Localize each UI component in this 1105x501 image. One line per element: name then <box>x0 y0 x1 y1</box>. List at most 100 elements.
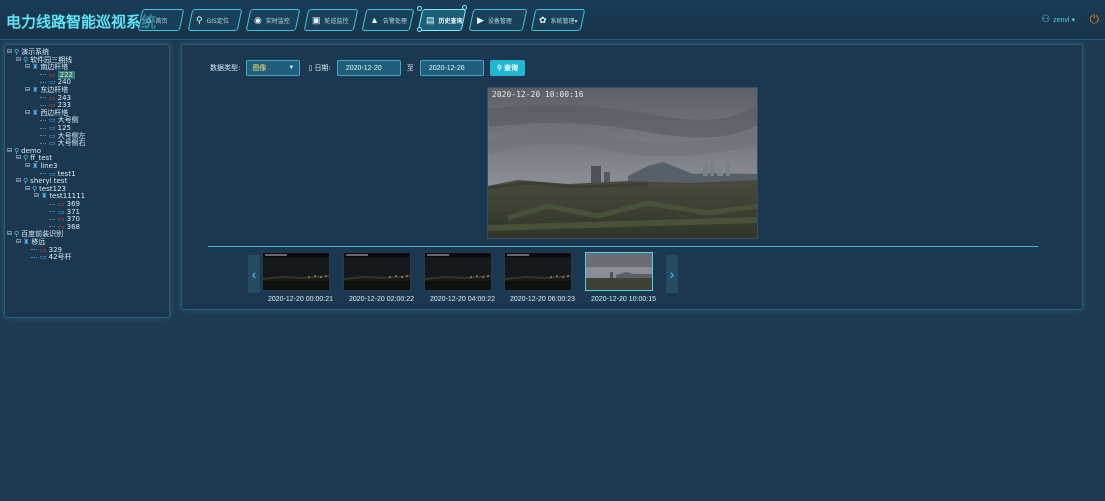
tree-connector <box>31 256 37 258</box>
nav-item-label: 历史查询 <box>438 17 463 25</box>
night-scene-image <box>505 253 571 290</box>
chevron-right-icon: › <box>669 266 675 282</box>
search-icon: ⚲ <box>496 65 502 72</box>
nav-item-3[interactable]: ▣ 轮巡监控 <box>306 9 356 31</box>
collapse-toggle-icon[interactable]: ⊟ <box>25 109 30 117</box>
date-label: ▯ 日期: <box>308 63 330 73</box>
top-bar: 电力线路智能巡视系统 ⌂ 首页 ⚲ GIS定位 ◉ 实时监控 ▣ 轮巡监控 ▲ 告警处理 ▤ 历史查询… <box>0 0 1105 40</box>
power-icon[interactable]: ⏻ <box>1090 12 1100 27</box>
warning-icon: ▲ <box>370 14 379 25</box>
nav-item-label: 告警处理 <box>382 17 407 25</box>
tree-node-label: 368 <box>66 222 80 231</box>
collapse-toggle-icon[interactable]: ⊟ <box>34 192 39 200</box>
thumbnail-image[interactable] <box>424 252 492 291</box>
nav-item-label: 实时监控 <box>265 17 290 25</box>
nav-item-4[interactable]: ▲ 告警处理 <box>364 9 412 31</box>
nav-item-1[interactable]: ⚲ GIS定位 <box>190 9 240 31</box>
nav-item-label: 系统管理▾ <box>550 17 578 25</box>
data-type-select[interactable]: 图像 ▼ <box>246 60 301 76</box>
device-tree: ⊟ ⚲ 演示系统 ⊟ ⚲ 软件园三期线 ⊟ ♜ 南边杆塔 ▭ 222 ▭ 240 ⊟ ♜ 东边杆塔 ▭ 243 ▭ 2… <box>4 44 170 318</box>
collapse-toggle-icon[interactable]: ⊟ <box>7 230 12 238</box>
tree-connector <box>40 127 46 129</box>
tower-icon: ♜ <box>32 86 39 94</box>
night-scene-image <box>425 253 491 290</box>
photo-timestamp: 2020-12-20 10:00:16 <box>492 90 584 99</box>
thumbnail-timestamp: 2020-12-20 02:00:22 <box>349 296 414 303</box>
user-name: zenvl ▾ <box>1053 16 1075 24</box>
tree-connector <box>49 211 55 213</box>
thumbnail-image[interactable] <box>343 252 411 291</box>
user-menu[interactable]: ⚇ zenvl ▾ <box>1041 14 1075 25</box>
collapse-toggle-icon[interactable]: ⊟ <box>25 162 30 170</box>
chevron-left-icon: ‹ <box>251 266 257 282</box>
night-scene-image <box>263 253 329 290</box>
tree-connector <box>40 81 46 83</box>
date-separator: 至 <box>406 65 414 72</box>
camera-icon: ◉ <box>254 14 262 25</box>
nav-item-label: GIS定位 <box>206 17 229 25</box>
tree-connector <box>40 142 46 144</box>
thumbnail-image[interactable] <box>504 252 572 291</box>
collapse-toggle-icon[interactable]: ⊟ <box>16 56 21 64</box>
thumbnail-image[interactable] <box>262 252 330 291</box>
chevron-down-icon: ▼ <box>288 65 295 71</box>
tree-connector <box>40 104 46 106</box>
patrol-icon: ▣ <box>312 14 321 25</box>
thumbnail-timestamp: 2020-12-20 06:00:23 <box>510 296 575 303</box>
nav-item-2[interactable]: ◉ 实时监控 <box>248 9 298 31</box>
tower-icon: ♜ <box>32 63 39 72</box>
tower-icon: ♜ <box>41 192 48 201</box>
query-button[interactable]: ⚲ 查询 <box>489 60 525 76</box>
tree-connector <box>40 173 46 175</box>
thumbnail-timestamp: 2020-12-20 00:00:21 <box>268 296 333 303</box>
history-query-panel: 数据类型: 图像 ▼ ▯ 日期: 2020-12-20 至 2020-12-26… <box>181 44 1083 310</box>
collapse-toggle-icon[interactable]: ⊟ <box>7 48 12 56</box>
collapse-toggle-icon[interactable]: ⊟ <box>25 185 30 193</box>
nav-item-6[interactable]: ▶ 设备管理 <box>471 9 525 31</box>
data-type-label: 数据类型: <box>210 64 241 72</box>
carousel-prev-button[interactable]: ‹ <box>248 255 260 293</box>
nav-item-7[interactable]: ✿ 系统管理▾ <box>533 9 583 31</box>
gear-icon: ✿ <box>539 14 547 25</box>
tower-icon: ♜ <box>32 162 39 170</box>
main-photo: 2020-12-20 10:00:16 <box>487 87 758 239</box>
tree-node-label: 42号杆 <box>48 253 72 262</box>
tree-connector <box>31 249 37 251</box>
nav-item-label: 首页 <box>155 17 168 25</box>
carousel-next-button[interactable]: › <box>666 255 678 293</box>
thumbnail-image[interactable] <box>585 252 653 291</box>
collapse-toggle-icon[interactable]: ⊟ <box>16 238 21 246</box>
collapse-toggle-icon[interactable]: ⊟ <box>7 147 12 155</box>
divider <box>208 246 1038 247</box>
end-date-field[interactable]: 2020-12-26 <box>419 60 484 76</box>
filter-bar: 数据类型: 图像 ▼ ▯ 日期: 2020-12-20 至 2020-12-26… <box>210 60 525 76</box>
collapse-toggle-icon[interactable]: ⊟ <box>25 86 30 94</box>
tree-node-label: 大号侧右 <box>57 139 86 148</box>
active-indicator-dot <box>417 27 422 32</box>
day-scene-image <box>586 253 652 290</box>
night-scene-image <box>344 253 410 290</box>
calendar-icon: ▯ <box>308 64 313 72</box>
nav-item-label: 设备管理 <box>487 17 512 25</box>
image-icon: ▤ <box>426 14 435 25</box>
app-title: 电力线路智能巡视系统 <box>6 13 157 31</box>
nav-item-0[interactable]: ⌂ 首页 <box>140 9 182 31</box>
date-label-text: 日期: <box>314 64 331 72</box>
user-icon: ⚇ <box>1041 14 1051 25</box>
home-icon: ⌂ <box>146 14 152 25</box>
nav-item-5[interactable]: ▤ 历史查询 <box>420 9 464 31</box>
tree-connector <box>49 226 55 228</box>
tree-node[interactable]: ▭ 大号侧右 <box>40 139 86 147</box>
device-icon: ▶ <box>477 14 484 25</box>
landscape-image <box>488 88 757 238</box>
collapse-toggle-icon[interactable]: ⊟ <box>16 154 21 162</box>
tree-connector <box>40 74 46 76</box>
tower-icon: ♜ <box>32 108 39 117</box>
tree-connector <box>49 218 55 220</box>
start-date-field[interactable]: 2020-12-20 <box>336 60 401 76</box>
collapse-toggle-icon[interactable]: ⊟ <box>16 177 21 185</box>
tree-connector <box>40 119 46 121</box>
collapse-toggle-icon[interactable]: ⊟ <box>25 63 30 71</box>
tree-connector <box>40 97 46 99</box>
tree-node[interactable]: ▭ 42号杆 <box>31 253 72 261</box>
